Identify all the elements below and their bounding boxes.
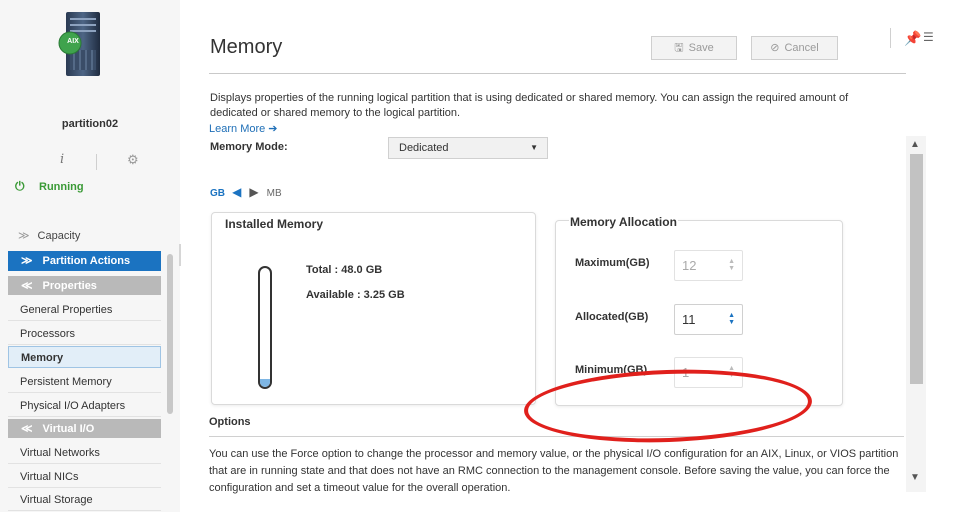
capacity-section[interactable]: ≫ Capacity xyxy=(18,229,80,242)
options-divider xyxy=(209,436,904,437)
learn-more-link[interactable]: Learn More ➔ xyxy=(209,122,278,135)
menu-icon[interactable]: ☰ xyxy=(923,30,934,44)
sidebar-splitter[interactable] xyxy=(179,244,181,266)
cancel-icon: ⊘ xyxy=(770,42,780,54)
allocated-label: Allocated(GB) xyxy=(575,311,649,323)
info-icon[interactable]: i xyxy=(60,152,64,167)
sidebar-item-memory[interactable]: Memory xyxy=(8,346,161,368)
memory-gauge-fill xyxy=(260,378,270,387)
sidebar-scrollbar[interactable] xyxy=(167,254,173,414)
unit-toggle: GB ◀ ▶ MB xyxy=(210,185,282,199)
memory-mode-label: Memory Mode: xyxy=(210,141,288,153)
maximum-stepper: 12 ▲ ▼ xyxy=(674,250,743,281)
memory-gauge xyxy=(258,266,272,389)
installed-memory-panel: Installed Memory Total : 48.0 GB Availab… xyxy=(211,212,536,405)
maximum-label: Maximum(GB) xyxy=(575,257,650,269)
aix-server-icon xyxy=(48,10,118,78)
total-memory: Total : 48.0 GB xyxy=(306,264,383,276)
allocated-stepper[interactable]: 11 ▲ ▼ xyxy=(674,304,743,335)
available-memory: Available : 3.25 GB xyxy=(306,289,405,301)
memory-mode-value: Dedicated xyxy=(399,142,449,154)
properties-label: Properties xyxy=(42,280,97,292)
installed-memory-title: Installed Memory xyxy=(225,217,324,231)
sidebar-item-physical-io-adapters[interactable]: Physical I/O Adapters xyxy=(8,395,161,417)
gear-icon[interactable]: ⚙ xyxy=(127,152,139,168)
arrow-right-icon[interactable]: ▶ xyxy=(249,185,258,199)
unit-gb[interactable]: GB xyxy=(210,188,225,199)
partition-actions-label: Partition Actions xyxy=(42,255,131,267)
aix-badge: AIX xyxy=(67,38,79,45)
options-title: Options xyxy=(209,416,251,428)
sidebar-item-virtual-networks[interactable]: Virtual Networks xyxy=(8,442,161,464)
chevron-up-icon: ≪ xyxy=(21,280,33,292)
sidebar-item-general-properties[interactable]: General Properties xyxy=(8,299,161,321)
divider xyxy=(96,154,97,170)
capacity-label: Capacity xyxy=(37,230,81,242)
options-description: You can use the Force option to change t… xyxy=(209,448,899,494)
virtual-io-label: Virtual I/O xyxy=(42,423,95,435)
allocated-value: 11 xyxy=(682,312,696,327)
save-icon: 🖫 xyxy=(674,42,684,54)
stepper-arrows-icon: ▲ ▼ xyxy=(728,258,735,272)
chevron-down-icon: ≫ xyxy=(21,255,33,267)
status-running: ⏻ Running xyxy=(15,179,84,194)
memory-allocation-title: Memory Allocation xyxy=(569,215,678,229)
page-title: Memory xyxy=(210,36,283,58)
scroll-up-icon[interactable]: ▲ xyxy=(910,139,920,150)
scroll-down-icon[interactable]: ▼ xyxy=(910,472,920,483)
chevron-down-icon: ≫ xyxy=(18,230,30,242)
sidebar-item-processors[interactable]: Processors xyxy=(8,323,161,345)
scrollbar-thumb[interactable] xyxy=(910,154,923,384)
memory-mode-select[interactable]: Dedicated ▼ xyxy=(388,137,548,159)
cancel-label: Cancel xyxy=(784,42,819,54)
title-divider xyxy=(209,73,906,74)
properties-header[interactable]: ≪ Properties xyxy=(8,276,161,295)
maximum-value: 12 xyxy=(682,258,697,273)
partition-actions-header[interactable]: ≫ Partition Actions xyxy=(8,251,161,271)
unit-mb[interactable]: MB xyxy=(267,188,282,199)
caret-down-icon: ▼ xyxy=(530,143,538,152)
arrow-left-icon[interactable]: ◀ xyxy=(232,185,241,199)
sidebar-icon-row: i ⚙ xyxy=(0,152,180,174)
partition-name: partition02 xyxy=(61,118,119,130)
save-label: Save xyxy=(688,42,714,54)
power-icon: ⏻ xyxy=(15,179,25,193)
status-label: Running xyxy=(39,181,84,193)
save-button[interactable]: 🖫 Save xyxy=(651,36,737,60)
chevron-up-icon: ≪ xyxy=(21,423,33,435)
pin-icon[interactable]: 📌 xyxy=(904,30,921,47)
sidebar-item-virtual-nics[interactable]: Virtual NICs xyxy=(8,466,161,488)
sidebar-item-persistent-memory[interactable]: Persistent Memory xyxy=(8,371,161,393)
sidebar: AIX partition02 i ⚙ ⏻ Running ≫ Capacity ≫… xyxy=(0,0,180,512)
cancel-button[interactable]: ⊘ Cancel xyxy=(751,36,838,60)
divider xyxy=(890,28,891,48)
virtual-io-header[interactable]: ≪ Virtual I/O xyxy=(8,419,161,438)
stepper-arrows-icon[interactable]: ▲ ▼ xyxy=(728,312,735,326)
page-description: Displays properties of the running logic… xyxy=(210,92,849,119)
sidebar-item-virtual-storage[interactable]: Virtual Storage xyxy=(8,489,161,511)
